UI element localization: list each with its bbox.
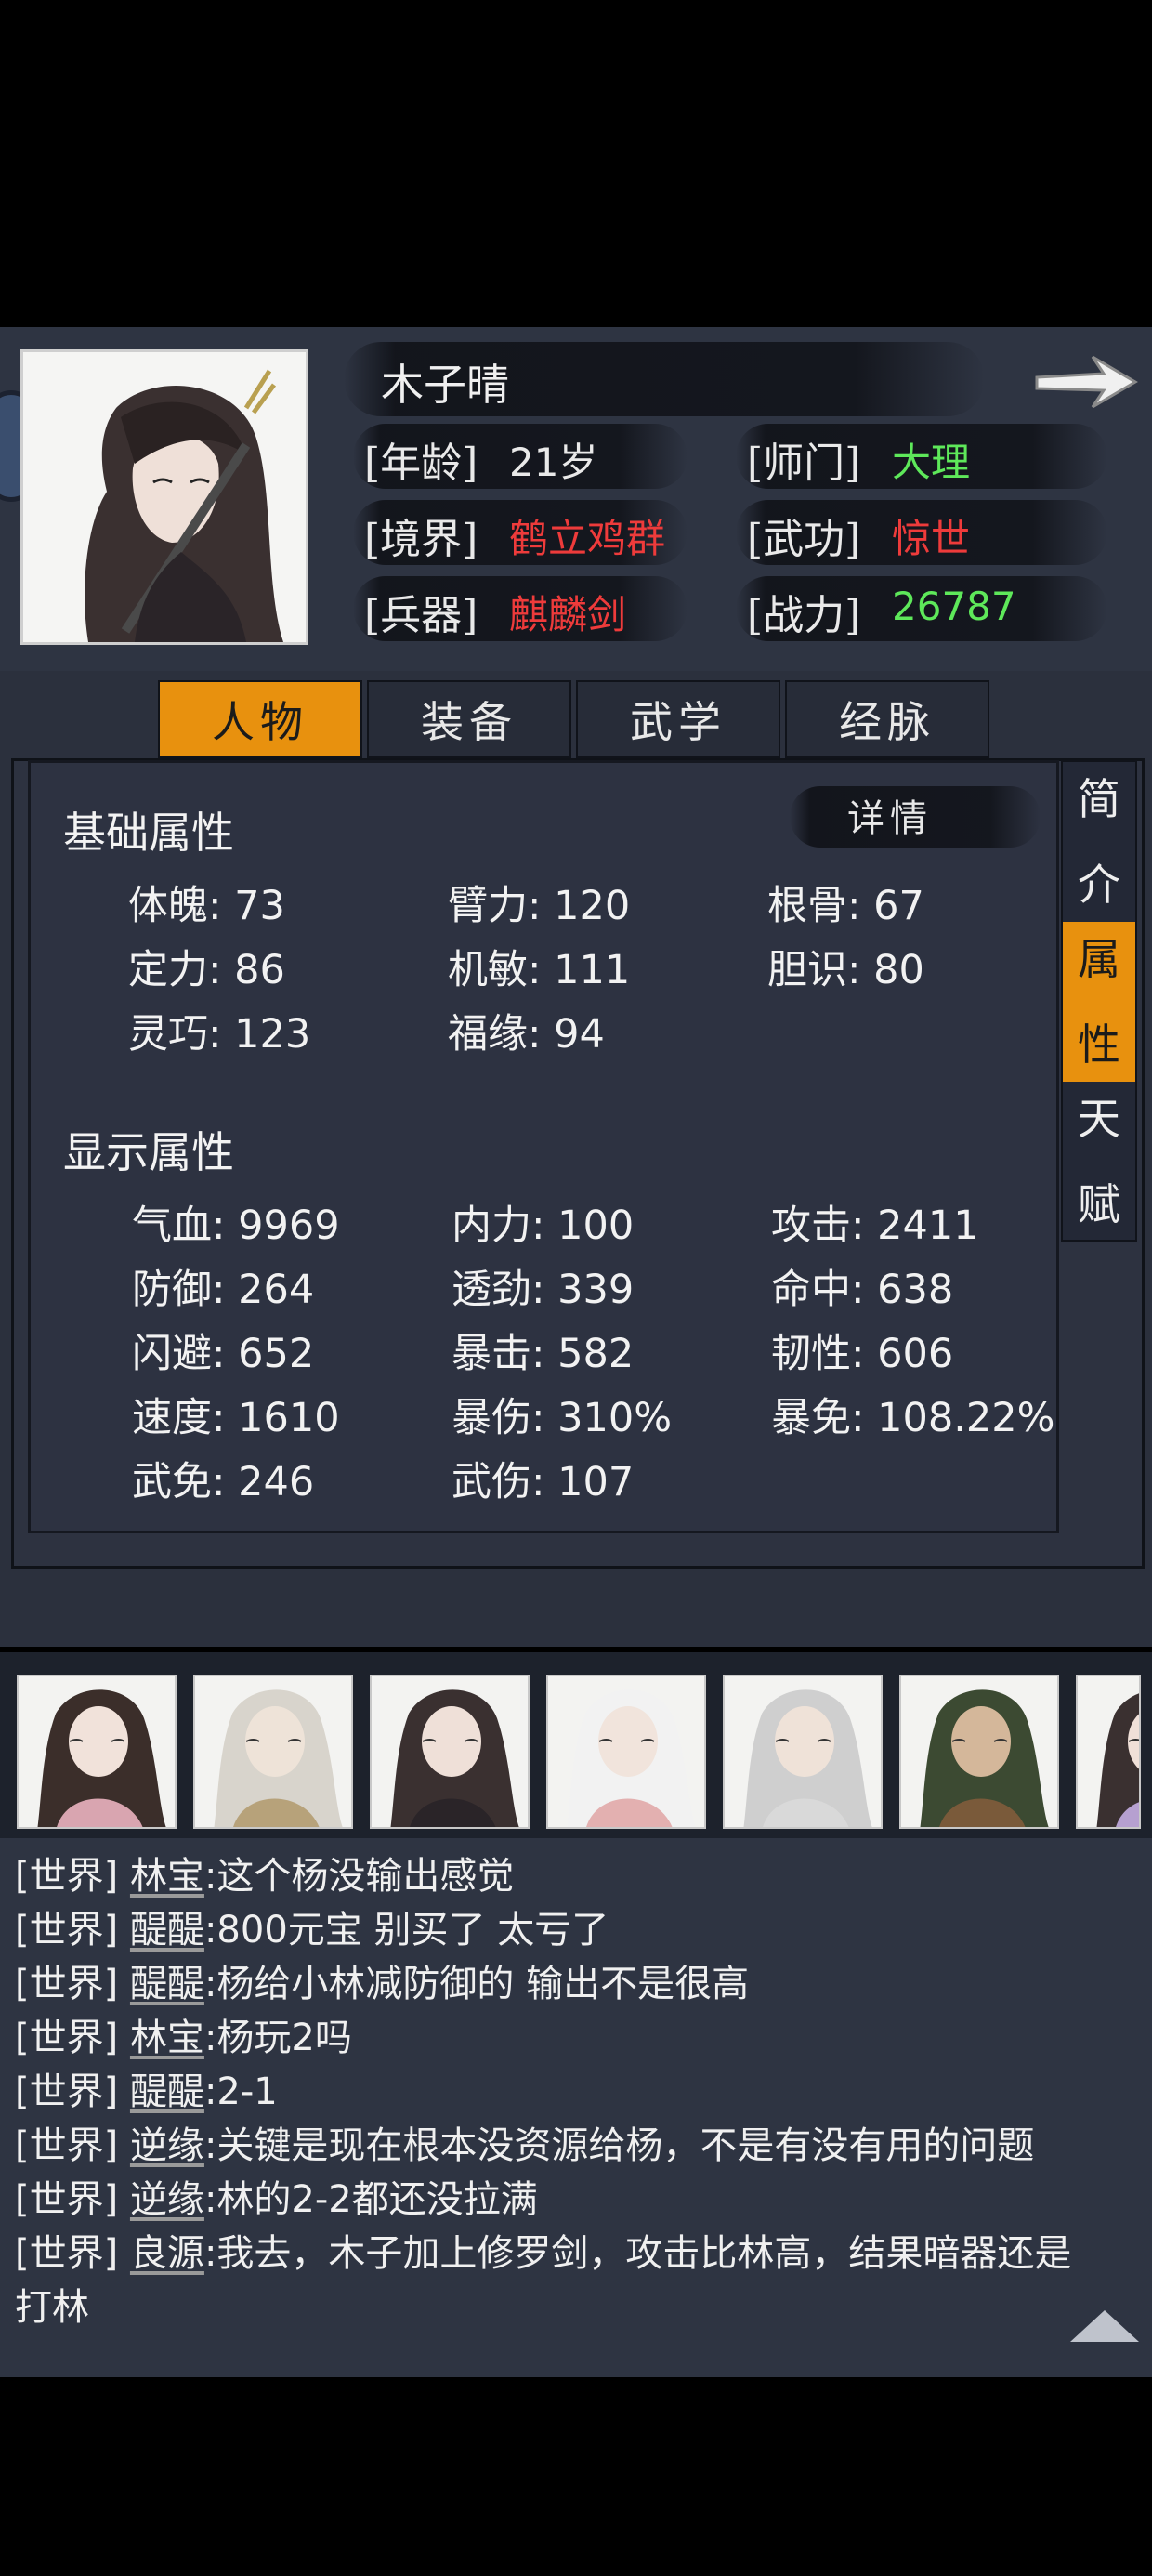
avatar[interactable] — [17, 1675, 177, 1829]
stat-item: 气血: 9969 — [132, 1203, 340, 1249]
chat-channel: [世界] — [15, 1909, 119, 1952]
side-tab-talent-char2: 赋 — [1078, 1179, 1120, 1229]
stat-item: 攻击: 2411 — [771, 1203, 979, 1249]
stat-item: 闪避: 652 — [132, 1331, 315, 1377]
chat-channel: [世界] — [15, 2017, 119, 2059]
side-tabs: 简 介 属 性 天 赋 — [1061, 760, 1137, 1242]
arrow-right-icon[interactable] — [1031, 349, 1141, 414]
stat-item: 暴伤: 310% — [452, 1395, 673, 1441]
chat-text: :这个杨没输出感觉 — [203, 1855, 515, 1898]
chat-message: 打林 — [15, 2277, 89, 2331]
stat-item: 暴免: 108.22% — [771, 1395, 1055, 1441]
stat-item: 胆识: 80 — [767, 947, 924, 993]
side-tab-talent[interactable]: 天 赋 — [1063, 1082, 1135, 1242]
chat-message: [世界] 醍醍:杨给小林减防御的 输出不是很高 — [15, 1953, 749, 2007]
info-value: 麒麟剑 — [509, 592, 627, 637]
side-tab-intro-char1: 简 — [1078, 774, 1120, 824]
chat-username[interactable]: 良源 — [130, 2232, 204, 2275]
stat-item: 臂力: 120 — [448, 883, 631, 929]
stat-item: 韧性: 606 — [771, 1331, 954, 1377]
chat-text: :2-1 — [203, 2070, 278, 2113]
chat-text: :800元宝 别买了 太亏了 — [203, 1909, 609, 1952]
avatar[interactable] — [370, 1675, 530, 1829]
chat-text: :关键是现在根本没资源给杨，不是有没有用的问题 — [203, 2124, 1035, 2167]
stat-item: 速度: 1610 — [132, 1395, 340, 1441]
info-label: [境界] — [364, 516, 478, 563]
main-tabs: 人物 装备 武学 经脉 — [158, 680, 994, 760]
chat-message: [世界] 逆缘:林的2-2都还没拉满 — [15, 2169, 538, 2223]
chat-channel: [世界] — [15, 1855, 119, 1898]
chat-message: [世界] 醍醍:2-1 — [15, 2061, 278, 2115]
chat-channel: [世界] — [15, 1963, 119, 2005]
chat-username[interactable]: 醍醍 — [130, 1909, 204, 1952]
chat-message: [世界] 醍醍:800元宝 别买了 太亏了 — [15, 1899, 609, 1953]
tab-martial-arts[interactable]: 武学 — [576, 680, 780, 758]
chat-message: [世界] 林宝:杨玩2吗 — [15, 2007, 352, 2061]
chat-text: :我去，木子加上修罗剑，攻击比林高，结果暗器还是 — [203, 2232, 1072, 2275]
side-tab-attributes[interactable]: 属 性 — [1063, 922, 1135, 1082]
basic-attributes-title: 基础属性 — [63, 808, 234, 858]
chat-message: [世界] 逆缘:关键是现在根本没资源给杨，不是有没有用的问题 — [15, 2115, 1034, 2169]
portrait-drawing — [23, 352, 306, 642]
avatar[interactable] — [193, 1675, 353, 1829]
stat-item: 防御: 264 — [132, 1267, 315, 1313]
chat-text: 打林 — [15, 2286, 89, 2329]
chat-message: [世界] 林宝:这个杨没输出感觉 — [15, 1846, 514, 1899]
chat-username[interactable]: 逆缘 — [130, 2124, 204, 2167]
chat-channel: [世界] — [15, 2070, 119, 2113]
avatar[interactable] — [1076, 1675, 1141, 1829]
stat-item: 武免: 246 — [132, 1459, 315, 1505]
display-attributes-title: 显示属性 — [63, 1127, 234, 1177]
side-tab-attributes-char2: 性 — [1078, 1019, 1120, 1070]
chat-username[interactable]: 林宝 — [130, 2017, 204, 2059]
character-name: 木子晴 — [381, 360, 509, 410]
stat-item: 内力: 100 — [452, 1203, 635, 1249]
chat-username[interactable]: 醍醍 — [130, 1963, 204, 2005]
info-label: [武功] — [747, 516, 861, 563]
info-label: [战力] — [747, 592, 861, 639]
info-label: [年龄] — [364, 440, 478, 487]
collapse-up-icon[interactable] — [1070, 2310, 1139, 2342]
avatar[interactable] — [546, 1675, 706, 1829]
stat-item: 命中: 638 — [771, 1267, 954, 1313]
stat-item: 定力: 86 — [128, 947, 285, 993]
stat-item: 根骨: 67 — [767, 883, 924, 929]
side-tab-talent-char1: 天 — [1078, 1094, 1120, 1144]
stat-item: 福缘: 94 — [448, 1011, 605, 1058]
stat-item: 暴击: 582 — [452, 1331, 635, 1377]
stat-item: 灵巧: 123 — [128, 1011, 311, 1058]
chat-channel: [世界] — [15, 2124, 119, 2167]
info-value: 26787 — [892, 584, 1016, 629]
stat-item: 透劲: 339 — [452, 1267, 635, 1313]
info-value: 大理 — [892, 440, 971, 485]
stat-item: 武伤: 107 — [452, 1459, 635, 1505]
chat-channel: [世界] — [15, 2178, 119, 2221]
avatar[interactable] — [899, 1675, 1059, 1829]
character-portrait — [20, 349, 308, 645]
chat-text: :林的2-2都还没拉满 — [203, 2178, 538, 2221]
tab-character[interactable]: 人物 — [158, 680, 362, 758]
info-value: 鹤立鸡群 — [509, 516, 666, 561]
tab-meridians[interactable]: 经脉 — [785, 680, 989, 758]
side-tab-intro-char2: 介 — [1078, 860, 1120, 910]
tab-equipment[interactable]: 装备 — [367, 680, 571, 758]
chat-username[interactable]: 林宝 — [130, 1855, 204, 1898]
info-value: 21岁 — [509, 440, 598, 485]
info-value: 惊世 — [892, 516, 971, 561]
info-label: [师门] — [747, 440, 861, 487]
info-label: [兵器] — [364, 592, 478, 639]
stat-item: 机敏: 111 — [448, 947, 631, 993]
detail-button[interactable]: 详情 — [847, 788, 933, 842]
chat-channel: [世界] — [15, 2232, 119, 2275]
avatar[interactable] — [723, 1675, 883, 1829]
chat-message: [世界] 良源:我去，木子加上修罗剑，攻击比林高，结果暗器还是 — [15, 2223, 1071, 2277]
chat-text: :杨玩2吗 — [203, 2017, 352, 2059]
chat-text: :杨给小林减防御的 输出不是很高 — [203, 1963, 750, 2005]
chat-username[interactable]: 逆缘 — [130, 2178, 204, 2221]
side-tab-intro[interactable]: 简 介 — [1063, 762, 1135, 922]
chat-username[interactable]: 醍醍 — [130, 2070, 204, 2113]
stat-item: 体魄: 73 — [128, 883, 285, 929]
side-tab-attributes-char1: 属 — [1078, 934, 1120, 984]
